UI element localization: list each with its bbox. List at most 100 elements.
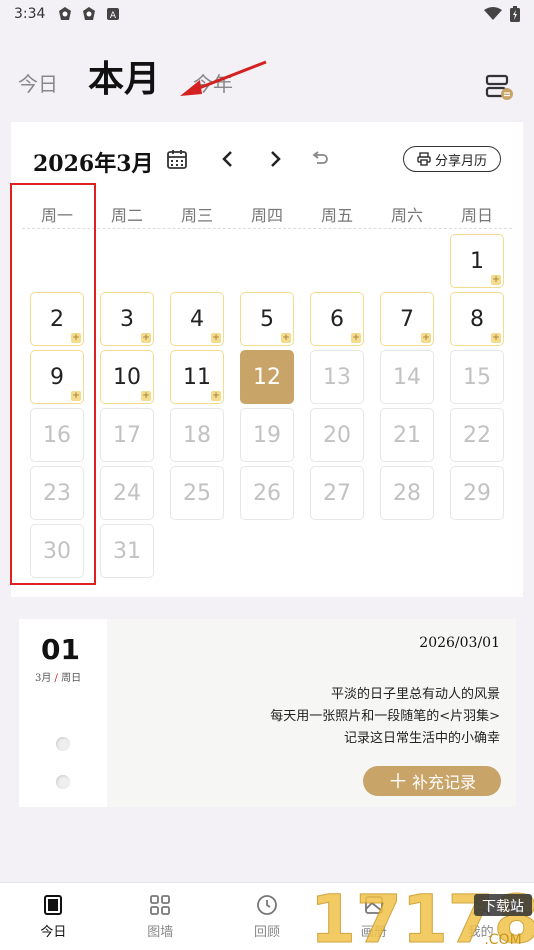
share-calendar-button[interactable]: 分享月历 <box>403 146 501 172</box>
calendar-day[interactable]: 14 <box>380 350 434 404</box>
calendar-day[interactable]: 24 <box>100 466 154 520</box>
undo-icon[interactable] <box>309 148 331 170</box>
calendar-day-number: 17 <box>113 422 141 448</box>
entry-text-line: 记录这日常生活中的小确幸 <box>343 731 500 746</box>
add-badge-icon: + <box>211 333 221 343</box>
entry-month-weekday: 3月 / 周日 <box>35 669 81 684</box>
calendar-day-number: 3 <box>120 306 134 332</box>
add-record-label: 补充记录 <box>411 773 476 792</box>
binder-hole <box>56 737 70 751</box>
calendar-day-number: 19 <box>253 422 281 448</box>
calendar-day[interactable]: 26 <box>240 466 294 520</box>
calendar-day[interactable]: 4 + <box>170 292 224 346</box>
entry-month: 3月 <box>35 673 52 684</box>
calendar-day[interactable]: 7 + <box>380 292 434 346</box>
calendar-day-number: 26 <box>253 480 281 506</box>
calendar-day[interactable]: 6 + <box>310 292 364 346</box>
tab-month[interactable]: 本月 <box>88 50 161 106</box>
calendar-day-number: 11 <box>183 364 211 390</box>
calendar-day[interactable]: 1 + <box>450 234 504 288</box>
svg-text:A: A <box>110 11 117 21</box>
nav-label: 今日 <box>40 925 67 940</box>
calendar-day-number: 7 <box>400 306 414 332</box>
add-badge-icon: + <box>281 333 291 343</box>
nav-item-wall[interactable]: 图墙 <box>107 883 214 950</box>
add-badge-icon: + <box>351 333 361 343</box>
status-time: 3:34 <box>14 6 46 22</box>
entry-full-date: 2026/03/01 <box>419 635 500 651</box>
calendar-day-number: 27 <box>323 480 351 506</box>
calendar-day[interactable]: 15 <box>450 350 504 404</box>
tab-month-label: 本月 <box>88 58 161 100</box>
calendar-day[interactable]: 5 + <box>240 292 294 346</box>
calendar-day[interactable]: 21 <box>380 408 434 462</box>
calendar-day-number: 13 <box>323 364 351 390</box>
calendar-day[interactable]: 25 <box>170 466 224 520</box>
calendar-day-number: 24 <box>113 480 141 506</box>
calendar-day-number: 8 <box>470 306 484 332</box>
entry-date-panel: 01 3月 / 周日 <box>19 619 107 807</box>
calendar-day-number: 10 <box>113 364 141 390</box>
calendar-day[interactable]: 18 <box>170 408 224 462</box>
nav-label: 画册 <box>360 925 387 940</box>
calendar-day-number: 1 <box>470 248 484 274</box>
add-badge-icon: + <box>141 391 151 401</box>
calendar-day[interactable]: 31 <box>100 524 154 578</box>
calendar-day-number: 18 <box>183 422 211 448</box>
grid-icon <box>150 895 171 915</box>
calendar-day[interactable]: 3 + <box>100 292 154 346</box>
calendar-day[interactable]: 10 + <box>100 350 154 404</box>
entry-separator: / <box>51 673 62 684</box>
calendar-day-number: 15 <box>463 364 491 390</box>
album-icon <box>364 896 383 914</box>
weekday-label: 周五 <box>320 206 353 225</box>
calendar-day[interactable]: 8 + <box>450 292 504 346</box>
history-icon <box>257 895 277 915</box>
weekday-label: 周六 <box>390 206 423 225</box>
add-record-button[interactable]: ＋ 补充记录 <box>363 766 501 796</box>
battery-icon <box>510 6 520 22</box>
calendar-day[interactable]: 22 <box>450 408 504 462</box>
entry-text-line: 平淡的日子里总有动人的风景 <box>330 687 500 702</box>
chevron-right-icon[interactable] <box>264 148 286 170</box>
today-icon <box>44 895 63 915</box>
add-badge-icon: + <box>491 333 501 343</box>
calendar-day[interactable]: 20 <box>310 408 364 462</box>
entry-text-line: 每天用一张照片和一段随笔的<片羽集> <box>270 709 500 724</box>
binder-hole <box>56 775 70 789</box>
calendar-day-number: 4 <box>190 306 204 332</box>
calendar-day-number: 29 <box>463 480 491 506</box>
calendar-day[interactable]: 27 <box>310 466 364 520</box>
calendar-day[interactable]: 19 <box>240 408 294 462</box>
calendar-day[interactable]: 17 <box>100 408 154 462</box>
calendar-day[interactable]: 29 <box>450 466 504 520</box>
tab-today[interactable]: 今日 <box>18 68 58 97</box>
nav-item-profile[interactable]: 我的 <box>427 883 534 950</box>
chevron-left-icon[interactable] <box>217 148 239 170</box>
calendar-day[interactable]: 28 <box>380 466 434 520</box>
layout-toggle-icon[interactable] <box>484 72 514 102</box>
entry-card[interactable]: 01 3月 / 周日 2026/03/01 平淡的日子里总有动人的风景 每天用一… <box>19 619 516 807</box>
share-calendar-label: 分享月历 <box>434 153 487 169</box>
calendar-picker-icon[interactable] <box>166 148 188 170</box>
bug-icon <box>59 7 72 20</box>
nav-item-review[interactable]: 回顾 <box>214 883 321 950</box>
nav-label: 图墙 <box>147 925 174 940</box>
weekday-label: 周四 <box>250 206 283 225</box>
calendar-title: 2026年3月 <box>33 151 154 177</box>
profile-icon <box>471 896 490 915</box>
nav-item-today[interactable]: 今日 <box>0 883 107 950</box>
calendar-day-number: 28 <box>393 480 421 506</box>
calendar-day[interactable]: 11 + <box>170 350 224 404</box>
plus-icon: ＋ <box>387 769 408 793</box>
weekday-label: 周日 <box>460 206 493 225</box>
calendar-day-today[interactable]: 12 <box>240 350 294 404</box>
nav-item-album[interactable]: 画册 <box>320 883 427 950</box>
calendar-day-number: 14 <box>393 364 421 390</box>
calendar-day[interactable]: 13 <box>310 350 364 404</box>
nav-label: 我的 <box>467 925 494 940</box>
add-badge-icon: + <box>141 333 151 343</box>
nav-label: 回顾 <box>253 925 280 940</box>
calendar-day-number: 5 <box>260 306 274 332</box>
annotation-highlight-box <box>10 183 96 585</box>
